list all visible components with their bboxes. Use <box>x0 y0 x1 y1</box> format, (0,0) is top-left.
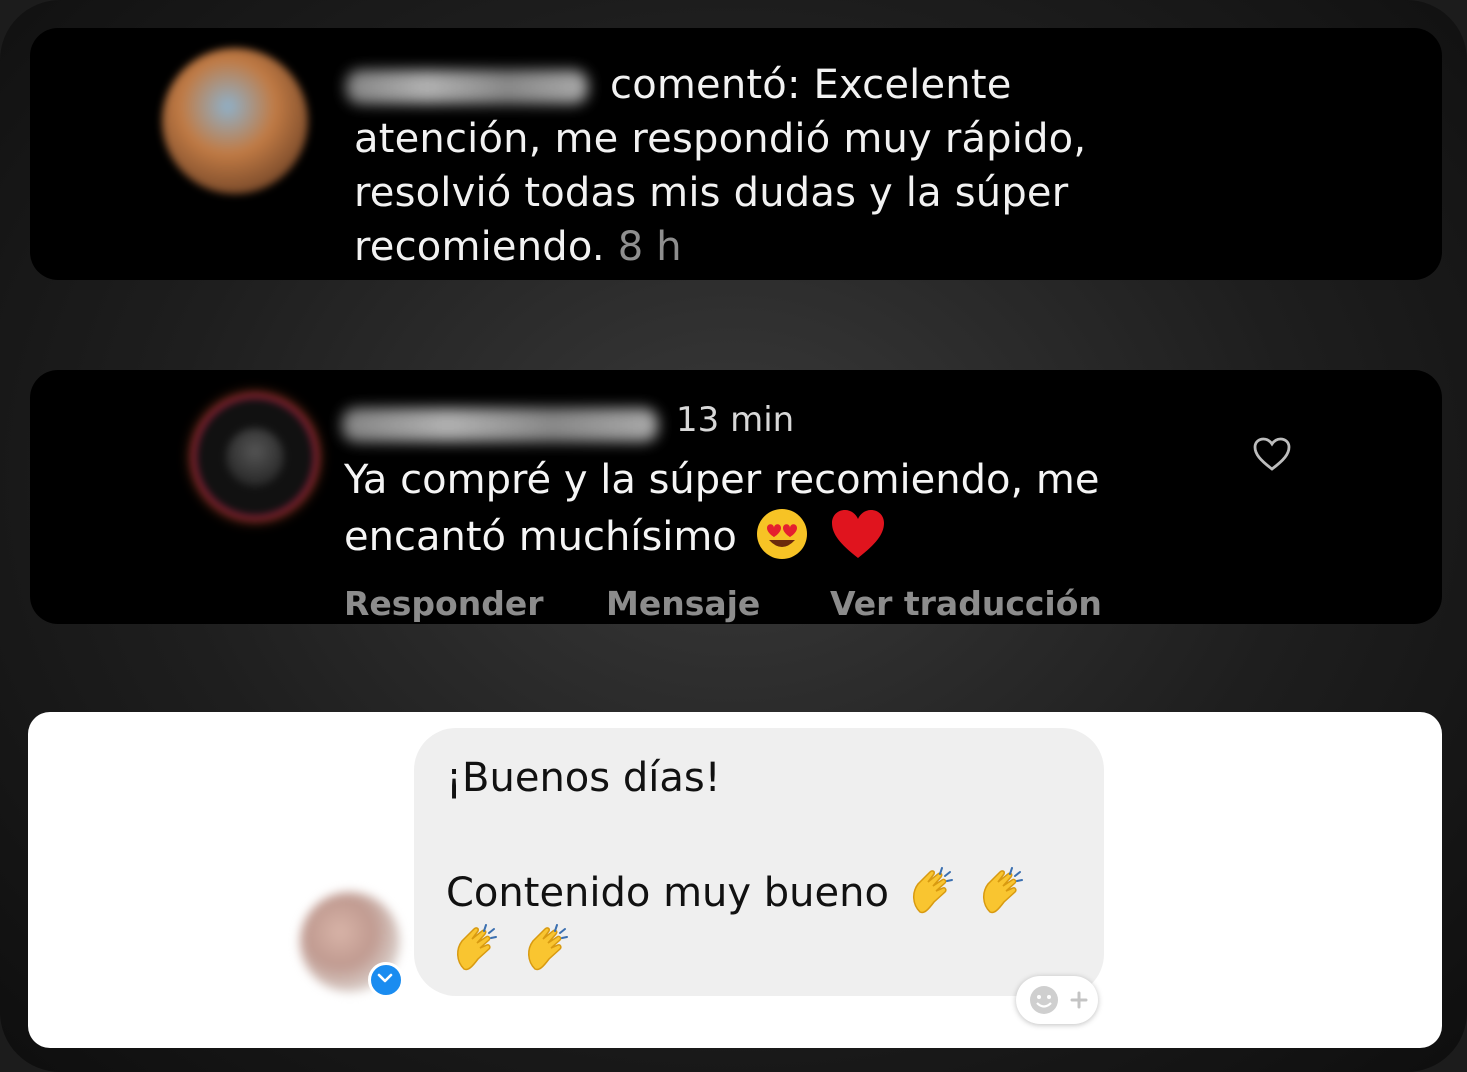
clapping-hands-emoji-icon <box>983 867 1024 914</box>
comment-1-time: 8 h <box>617 224 682 270</box>
comment-2-text: Ya compré y la súper recomiendo, me enca… <box>344 452 1164 565</box>
message-card: ¡Buenos días! Contenido muy bueno <box>28 712 1442 1048</box>
reply-button[interactable]: Responder <box>344 584 544 623</box>
red-heart-emoji-icon <box>832 510 885 558</box>
add-reaction-icon <box>1030 986 1088 1014</box>
message-button[interactable]: Mensaje <box>606 584 760 623</box>
comment-2-line: encantó muchísimo <box>344 514 737 560</box>
comment-1-line: atención, me respondió muy rápido, <box>354 116 1087 162</box>
commenter-avatar-2[interactable] <box>196 398 314 516</box>
message-greeting: ¡Buenos días! <box>446 755 721 801</box>
comment-1-text: comentó: Excelente atención, me respondi… <box>354 58 1114 274</box>
message-content-text: Contenido muy bueno <box>446 870 889 916</box>
clapping-hands-emoji-icon <box>912 867 953 914</box>
comment-card-1: comentó: Excelente atención, me respondi… <box>30 28 1442 280</box>
comment-2-line: Ya compré y la súper recomiendo, me <box>344 457 1100 503</box>
comment-2-time: 13 min <box>676 400 795 440</box>
comment-card-2: 13 min Ya compré y la súper recomiendo, … <box>30 370 1442 624</box>
screenshot-frame: comentó: Excelente atención, me respondi… <box>0 0 1467 1072</box>
heart-outline-icon[interactable] <box>1252 436 1292 472</box>
add-reaction-button[interactable] <box>1016 976 1098 1024</box>
commenter-username-blurred-2[interactable] <box>342 408 658 442</box>
clapping-hands-emoji-icon <box>457 924 497 971</box>
message-bubble[interactable]: ¡Buenos días! Contenido muy bueno <box>414 728 1104 996</box>
commenter-avatar-1[interactable] <box>162 48 308 194</box>
message-content: Contenido muy bueno <box>446 864 1086 978</box>
comment-1-action: comentó: Excelente <box>610 62 1012 108</box>
clapping-hands-emoji-icon <box>527 924 568 971</box>
comment-1-line: resolvió todas mis dudas y la súper <box>354 170 1069 216</box>
heart-eyes-emoji-icon <box>756 509 807 559</box>
see-translation-button[interactable]: Ver traducción <box>830 584 1102 623</box>
verified-badge-icon <box>368 962 404 998</box>
comment-1-line: recomiendo. <box>354 224 605 270</box>
